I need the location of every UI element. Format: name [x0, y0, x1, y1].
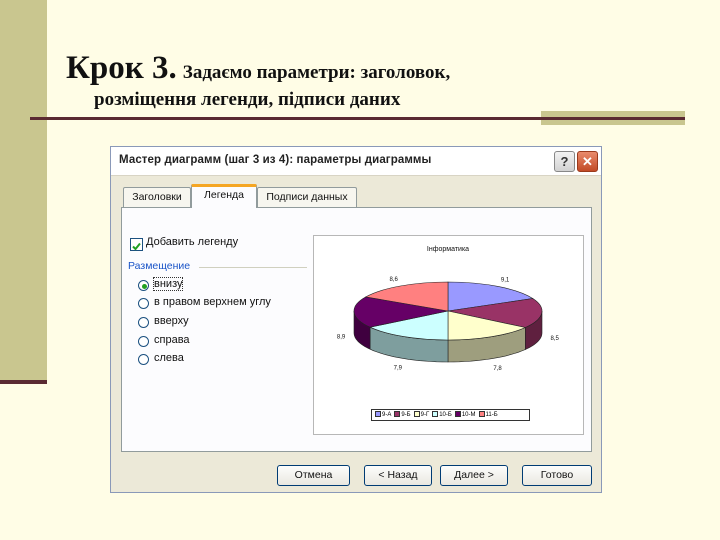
- radio-top[interactable]: [138, 317, 149, 328]
- pie-chart: Інформатика 9,1 8,5 7,8 7,9 8,9 8,6: [337, 246, 560, 372]
- back-button[interactable]: < Назад: [364, 465, 432, 486]
- pie-value-label-3: 7,9: [394, 366, 403, 372]
- pie-value-label-2: 7,8: [493, 366, 502, 372]
- pie-value-label-4: 8,9: [337, 335, 346, 341]
- radio-right-label[interactable]: справа: [154, 334, 190, 346]
- legend-label: 9-А: [382, 412, 392, 418]
- legend-item-1: 9-Б: [394, 410, 411, 420]
- slide-title-sub: Задаємо параметри: заголовок,: [182, 62, 451, 83]
- checkmark-icon: [132, 242, 141, 251]
- chart-legend: 9-А 9-Б 9-Г 10-Б 10-М 11-Б: [371, 409, 530, 421]
- radio-right[interactable]: [138, 336, 149, 347]
- legend-item-5: 11-Б: [478, 410, 498, 420]
- slide-title: Крок 3. Задаємо параметри: заголовок,: [66, 50, 450, 87]
- slide-title-line2: розміщення легенди, підписи даних: [94, 89, 401, 110]
- dialog-title: Мастер диаграмм (шаг 3 из 4): параметры …: [119, 154, 432, 166]
- radio-selected-dot: [142, 284, 147, 289]
- finish-button[interactable]: Готово: [522, 465, 592, 486]
- legend-swatch: [413, 411, 420, 418]
- tab-titles[interactable]: Заголовки: [123, 187, 191, 207]
- add-legend-label[interactable]: Добавить легенду: [146, 236, 238, 248]
- tab-data-labels[interactable]: Подписи данных: [257, 187, 357, 207]
- dialog-titlebar[interactable]: Мастер диаграмм (шаг 3 из 4): параметры …: [111, 147, 601, 176]
- legend-item-2: 9-Г: [413, 410, 430, 420]
- radio-left-label[interactable]: слева: [154, 352, 184, 364]
- legend-swatch: [432, 411, 439, 418]
- chart-wizard-dialog: Мастер диаграмм (шаг 3 из 4): параметры …: [110, 146, 602, 493]
- slide-title-main: Крок 3.: [66, 50, 177, 86]
- legend-swatch: [478, 411, 485, 418]
- legend-label: 10-Б: [439, 412, 452, 418]
- placement-group-line: [199, 267, 307, 268]
- close-button[interactable]: ✕: [577, 151, 598, 172]
- add-legend-checkbox[interactable]: [130, 238, 143, 251]
- left-decor-bar: [0, 0, 47, 383]
- legend-swatch: [375, 411, 381, 418]
- pie-value-label-0: 9,1: [501, 278, 510, 284]
- chart-preview: Інформатика 9,1 8,5 7,8 7,9 8,9 8,6 9-А 9-Б 9-Г…: [313, 235, 584, 435]
- tab-legend[interactable]: Легенда: [191, 184, 257, 208]
- placement-group-label: Размещение: [128, 260, 191, 272]
- radio-left[interactable]: [138, 354, 149, 365]
- pie-value-label-5: 8,6: [390, 277, 399, 283]
- legend-swatch: [454, 411, 461, 418]
- left-decor-line: [0, 380, 47, 384]
- legend-label: 9-Г: [420, 412, 430, 418]
- chart-title: Інформатика: [427, 246, 469, 253]
- legend-swatch: [394, 411, 401, 418]
- help-button[interactable]: ?: [554, 151, 575, 172]
- legend-label: 9-Б: [401, 412, 411, 418]
- cancel-button[interactable]: Отмена: [277, 465, 350, 486]
- title-divider-block-line: [541, 117, 685, 120]
- radio-bottom-label[interactable]: внизу: [152, 277, 184, 291]
- legend-item-0: 9-А: [375, 410, 391, 420]
- legend-label: 11-Б: [485, 412, 498, 418]
- pie-value-label-1: 8,5: [551, 336, 560, 342]
- legend-item-4: 10-М: [454, 410, 476, 420]
- radio-top-right-label[interactable]: в правом верхнем углу: [154, 296, 271, 308]
- radio-top-label[interactable]: вверху: [154, 315, 189, 327]
- legend-item-3: 10-Б: [432, 410, 452, 420]
- legend-label: 10-М: [461, 412, 476, 418]
- next-button[interactable]: Далее >: [440, 465, 508, 486]
- radio-bottom[interactable]: [138, 280, 149, 291]
- radio-top-right[interactable]: [138, 298, 149, 309]
